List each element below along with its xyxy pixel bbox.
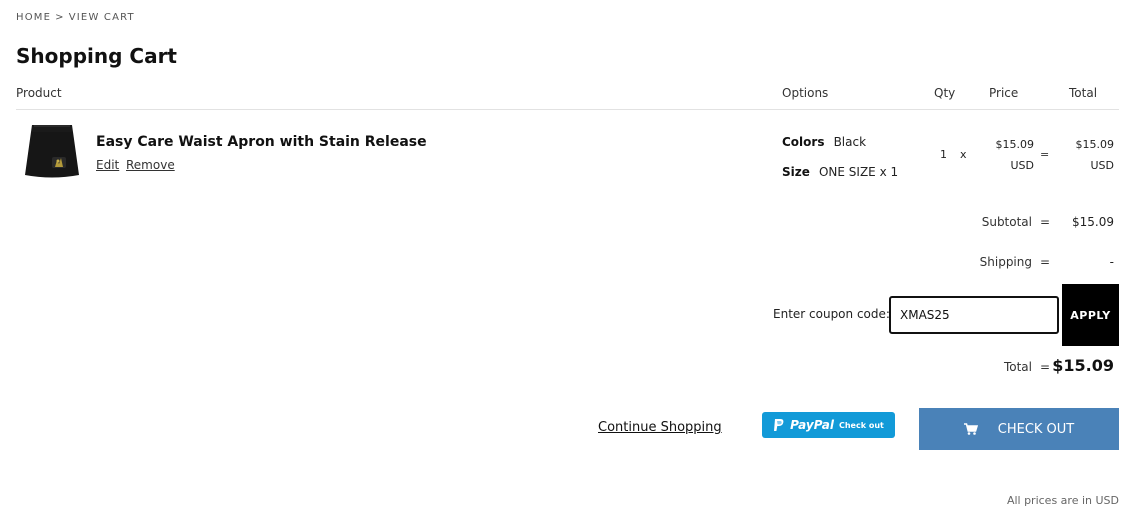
cart-icon — [963, 423, 978, 435]
total-label: Total — [1003, 360, 1032, 374]
column-header-qty: Qty — [934, 86, 956, 100]
continue-shopping-link[interactable]: Continue Shopping — [598, 420, 722, 435]
item-total: $15.09 USD — [1066, 134, 1115, 176]
price-currency: USD — [1010, 159, 1034, 172]
column-header-product: Product — [16, 86, 62, 100]
shipping-value: - — [1109, 255, 1114, 269]
breadcrumb-home-link[interactable]: HOME — [16, 12, 51, 23]
paypal-wordmark: PayPal — [790, 418, 834, 432]
subtotal-label: Subtotal — [981, 215, 1032, 229]
times-sign: x — [960, 148, 967, 161]
total-amount: $15.09 — [1075, 138, 1115, 151]
apply-coupon-button[interactable]: APPLY — [1062, 284, 1119, 346]
item-quantity: 1 — [940, 148, 947, 161]
header-divider — [16, 109, 1119, 110]
checkout-label: CHECK OUT — [997, 421, 1075, 437]
column-header-total: Total — [1069, 86, 1098, 100]
equals-sign: = — [1040, 148, 1050, 161]
total-currency: USD — [1090, 159, 1114, 172]
option-label: Colors — [782, 135, 825, 149]
shipping-label: Shipping — [979, 255, 1032, 269]
total-value: $15.09 — [1052, 356, 1114, 375]
option-colors: Colors Black — [782, 131, 866, 150]
option-value: ONE SIZE x 1 — [818, 165, 899, 179]
option-value: Black — [833, 135, 867, 149]
column-header-options: Options — [782, 86, 829, 100]
paypal-icon — [774, 418, 784, 431]
subtotal-value: $15.09 — [1072, 215, 1114, 229]
apron-image[interactable] — [22, 120, 82, 182]
breadcrumb-separator: > — [55, 12, 65, 23]
edit-item-link[interactable]: Edit — [96, 158, 119, 172]
prices-currency-note: All prices are in USD — [1006, 494, 1119, 507]
coupon-label: Enter coupon code: — [773, 307, 890, 321]
subtotal-equals: = — [1040, 215, 1051, 229]
total-equals: = — [1040, 360, 1051, 374]
paypal-checkout-label: Check out — [838, 420, 884, 430]
product-name[interactable]: Easy Care Waist Apron with Stain Release — [96, 134, 427, 150]
item-price: $15.09 USD — [986, 134, 1035, 176]
page-title: Shopping Cart — [16, 44, 177, 68]
price-amount: $15.09 — [995, 138, 1035, 151]
column-header-price: Price — [989, 86, 1019, 100]
option-size: Size ONE SIZE x 1 — [782, 161, 898, 180]
paypal-checkout-button[interactable]: PayPal Check out — [762, 412, 895, 438]
coupon-input[interactable] — [889, 296, 1059, 334]
checkout-button[interactable]: CHECK OUT — [919, 408, 1119, 450]
shipping-equals: = — [1040, 255, 1051, 269]
breadcrumb-current: VIEW CART — [68, 12, 135, 23]
option-label: Size — [782, 165, 810, 179]
remove-item-link[interactable]: Remove — [126, 158, 175, 172]
breadcrumb: HOME > VIEW CART — [16, 12, 135, 23]
